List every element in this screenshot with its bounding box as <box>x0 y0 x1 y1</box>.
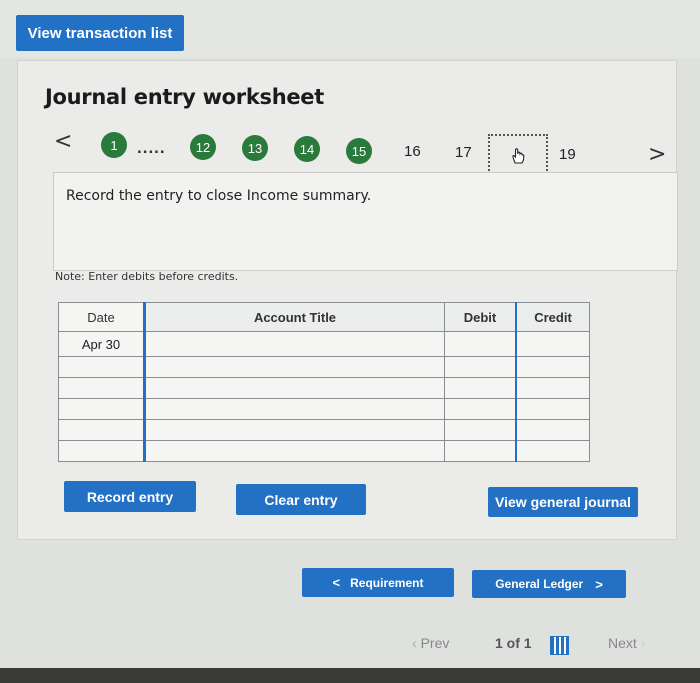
date-cell[interactable] <box>58 377 145 399</box>
prev-page-button[interactable]: ‹ Prev <box>412 635 449 651</box>
chevron-left-icon: < <box>332 575 341 590</box>
debit-input[interactable] <box>444 419 517 441</box>
credit-input[interactable] <box>515 440 590 462</box>
credit-input[interactable] <box>515 331 590 357</box>
step-16[interactable]: 16 <box>404 143 421 160</box>
journal-entry-table: Date Account Title Debit Credit Apr 30 <box>58 302 590 462</box>
prompt-text: Record the entry to close Income summary… <box>66 188 372 204</box>
date-cell[interactable] <box>58 440 145 462</box>
table-row <box>58 377 590 399</box>
debit-input[interactable] <box>444 398 517 420</box>
date-cell[interactable] <box>58 419 145 441</box>
requirement-label: Requirement <box>350 575 424 590</box>
record-entry-button[interactable]: Record entry <box>64 481 196 512</box>
account-title-input[interactable] <box>143 331 445 357</box>
hand-pointer-icon <box>508 146 528 171</box>
credit-input[interactable] <box>515 419 590 441</box>
credit-input[interactable] <box>515 356 590 378</box>
account-title-input[interactable] <box>143 398 445 420</box>
account-title-input[interactable] <box>143 440 445 462</box>
account-title-input[interactable] <box>143 419 445 441</box>
table-row: Apr 30 <box>58 331 590 357</box>
step-14[interactable]: 14 <box>294 136 320 162</box>
general-ledger-button[interactable]: General Ledger > <box>472 570 626 598</box>
clear-entry-button[interactable]: Clear entry <box>236 484 366 515</box>
debit-input[interactable] <box>444 377 517 399</box>
debit-input[interactable] <box>444 331 517 357</box>
table-row <box>58 419 590 441</box>
date-cell[interactable] <box>58 398 145 420</box>
date-cell[interactable]: Apr 30 <box>58 331 145 357</box>
next-step-arrow[interactable]: > <box>648 142 666 167</box>
account-title-input[interactable] <box>143 377 445 399</box>
bottom-edge <box>0 668 700 683</box>
next-label: Next <box>608 635 637 651</box>
header-debit: Debit <box>444 302 517 332</box>
page-title: Journal entry worksheet <box>45 85 324 109</box>
step-1[interactable]: 1 <box>101 132 127 158</box>
table-row <box>58 398 590 420</box>
table-row <box>58 356 590 378</box>
step-19[interactable]: 19 <box>559 146 576 163</box>
grid-icon[interactable] <box>550 636 569 655</box>
chevron-right-icon: › <box>636 635 646 651</box>
step-12[interactable]: 12 <box>190 134 216 160</box>
step-13[interactable]: 13 <box>242 135 268 161</box>
next-page-button[interactable]: Next › <box>608 635 645 651</box>
table-row <box>58 440 590 462</box>
note-text: Note: Enter debits before credits. <box>55 270 239 283</box>
chevron-right-icon: > <box>595 576 603 592</box>
credit-input[interactable] <box>515 398 590 420</box>
requirement-button[interactable]: < Requirement <box>302 568 454 597</box>
view-general-journal-button[interactable]: View general journal <box>488 487 638 517</box>
header-credit: Credit <box>515 302 590 332</box>
page-indicator: 1 of 1 <box>495 635 532 651</box>
general-ledger-label: General Ledger <box>495 577 584 591</box>
account-title-input[interactable] <box>143 356 445 378</box>
step-17[interactable]: 17 <box>455 144 472 161</box>
date-cell[interactable] <box>58 356 145 378</box>
prompt-box <box>53 172 678 271</box>
debit-input[interactable] <box>444 356 517 378</box>
header-account-title: Account Title <box>143 302 445 332</box>
prev-label: Prev <box>420 635 450 651</box>
view-transaction-list-button[interactable]: View transaction list <box>16 15 184 51</box>
step-ellipsis: ..... <box>137 138 166 157</box>
chevron-left-icon: ‹ <box>412 635 421 651</box>
credit-input[interactable] <box>515 377 590 399</box>
step-15[interactable]: 15 <box>346 138 372 164</box>
prev-step-arrow[interactable]: < <box>54 129 72 154</box>
debit-input[interactable] <box>444 440 517 462</box>
header-date: Date <box>58 302 145 332</box>
table-header-row: Date Account Title Debit Credit <box>58 302 590 332</box>
